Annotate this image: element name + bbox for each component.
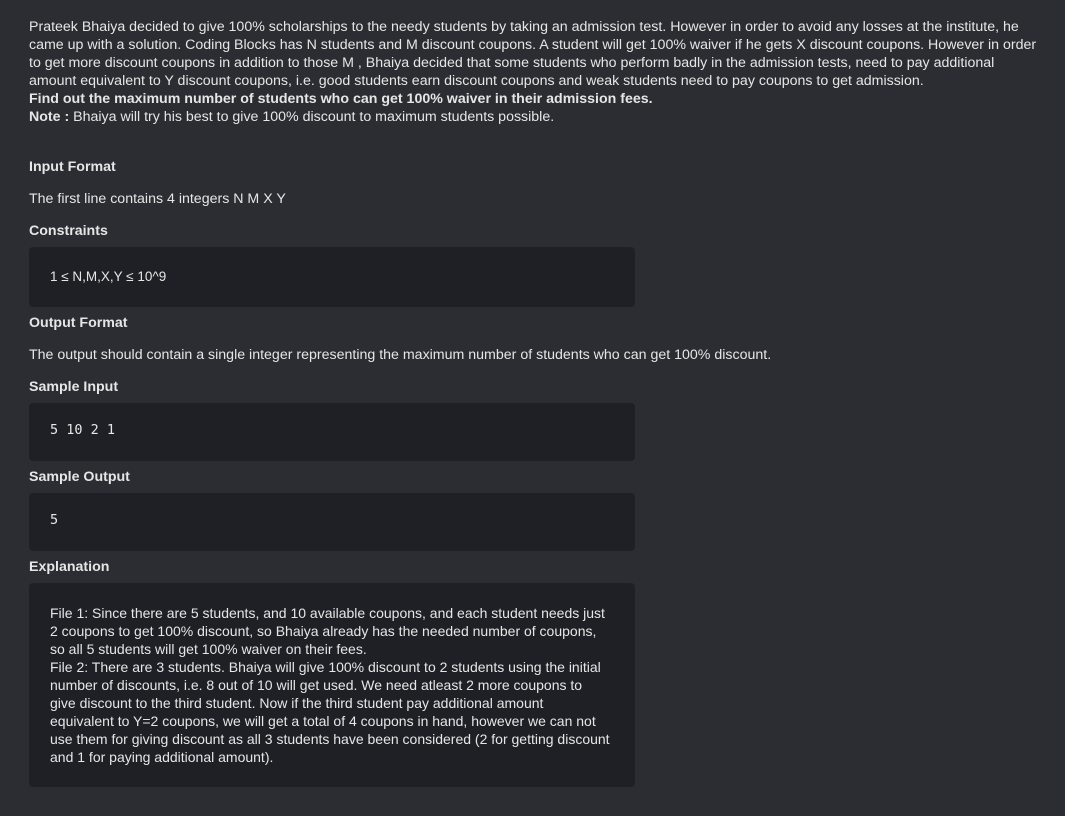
sample-output-box: 5 [29,493,635,551]
explanation-box: File 1: Since there are 5 students, and … [29,583,635,787]
sample-input-code: 5 10 2 1 [50,422,116,438]
explanation-heading: Explanation [29,559,110,575]
constraints-code: 1 ≤ N,M,X,Y ≤ 10^9 [50,269,167,284]
note-label: Note : [29,109,70,125]
constraints-box: 1 ≤ N,M,X,Y ≤ 10^9 [29,247,635,307]
output-format-heading: Output Format [29,315,128,331]
sample-output-heading: Sample Output [29,469,130,485]
output-format-text: The output should contain a single integ… [29,347,772,363]
problem-statement-page: Prateek Bhaiya decided to give 100% scho… [0,0,1065,816]
note-text: Bhaiya will try his best to give 100% di… [69,109,555,125]
explanation-file2: File 2: There are 3 students. Bhaiya wil… [50,659,610,765]
intro-paragraph: Prateek Bhaiya decided to give 100% scho… [29,19,1037,89]
explanation-file1: File 1: Since there are 5 students, and … [50,605,605,657]
sample-input-box: 5 10 2 1 [29,403,635,461]
constraints-heading: Constraints [29,223,108,239]
sample-input-heading: Sample Input [29,379,119,395]
input-format-heading: Input Format [29,159,116,175]
sample-output-code: 5 [50,512,59,528]
problem-note: Note : Bhaiya will try his best to give … [29,108,1039,126]
problem-description: Prateek Bhaiya decided to give 100% scho… [29,18,1039,126]
input-format-text: The first line contains 4 integers N M X… [29,191,286,207]
problem-question: Find out the maximum number of students … [29,91,653,107]
